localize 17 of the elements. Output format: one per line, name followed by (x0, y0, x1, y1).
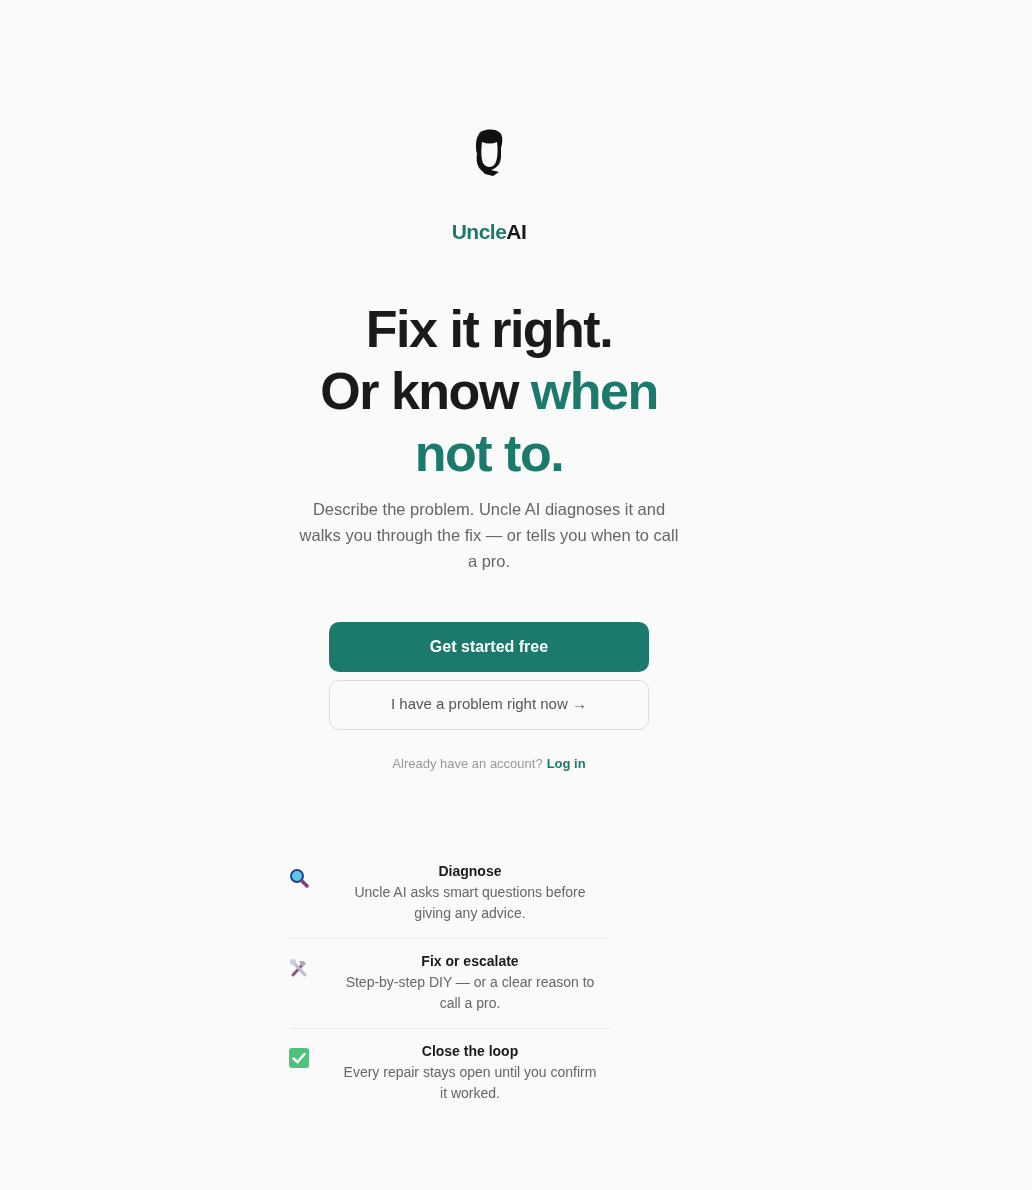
problem-now-button[interactable]: I have a problem right now → (329, 679, 649, 730)
head-silhouette-icon (473, 128, 505, 178)
feature-title: Fix or escalate (420, 952, 520, 971)
get-started-button[interactable]: Get started free (329, 621, 649, 672)
logo-text: UncleAI (451, 219, 527, 245)
feature-description: Uncle AI asks smart questions before giving any advice. (353, 883, 587, 923)
feature-description: Step-by-step DIY — or a clear reason to call a pro. (344, 973, 596, 1013)
login-link[interactable]: Log in (546, 753, 586, 773)
headline: Fix it right. Or know when not to. (319, 298, 659, 484)
check-box-icon (289, 1047, 309, 1068)
feature-title: Close the loop (420, 1042, 520, 1061)
feature-description: Every repair stays open until you confirm it worked. (342, 1063, 598, 1103)
hammer-wrench-icon (289, 957, 309, 978)
subtitle: Describe the problem. Uncle AI diagnoses it and walks you through the fix — or tells you when to call a pro. (298, 498, 680, 572)
magnifier-icon (289, 867, 309, 888)
feature-title: Diagnose (437, 862, 503, 881)
login-prompt: Already have an account? (392, 754, 543, 773)
